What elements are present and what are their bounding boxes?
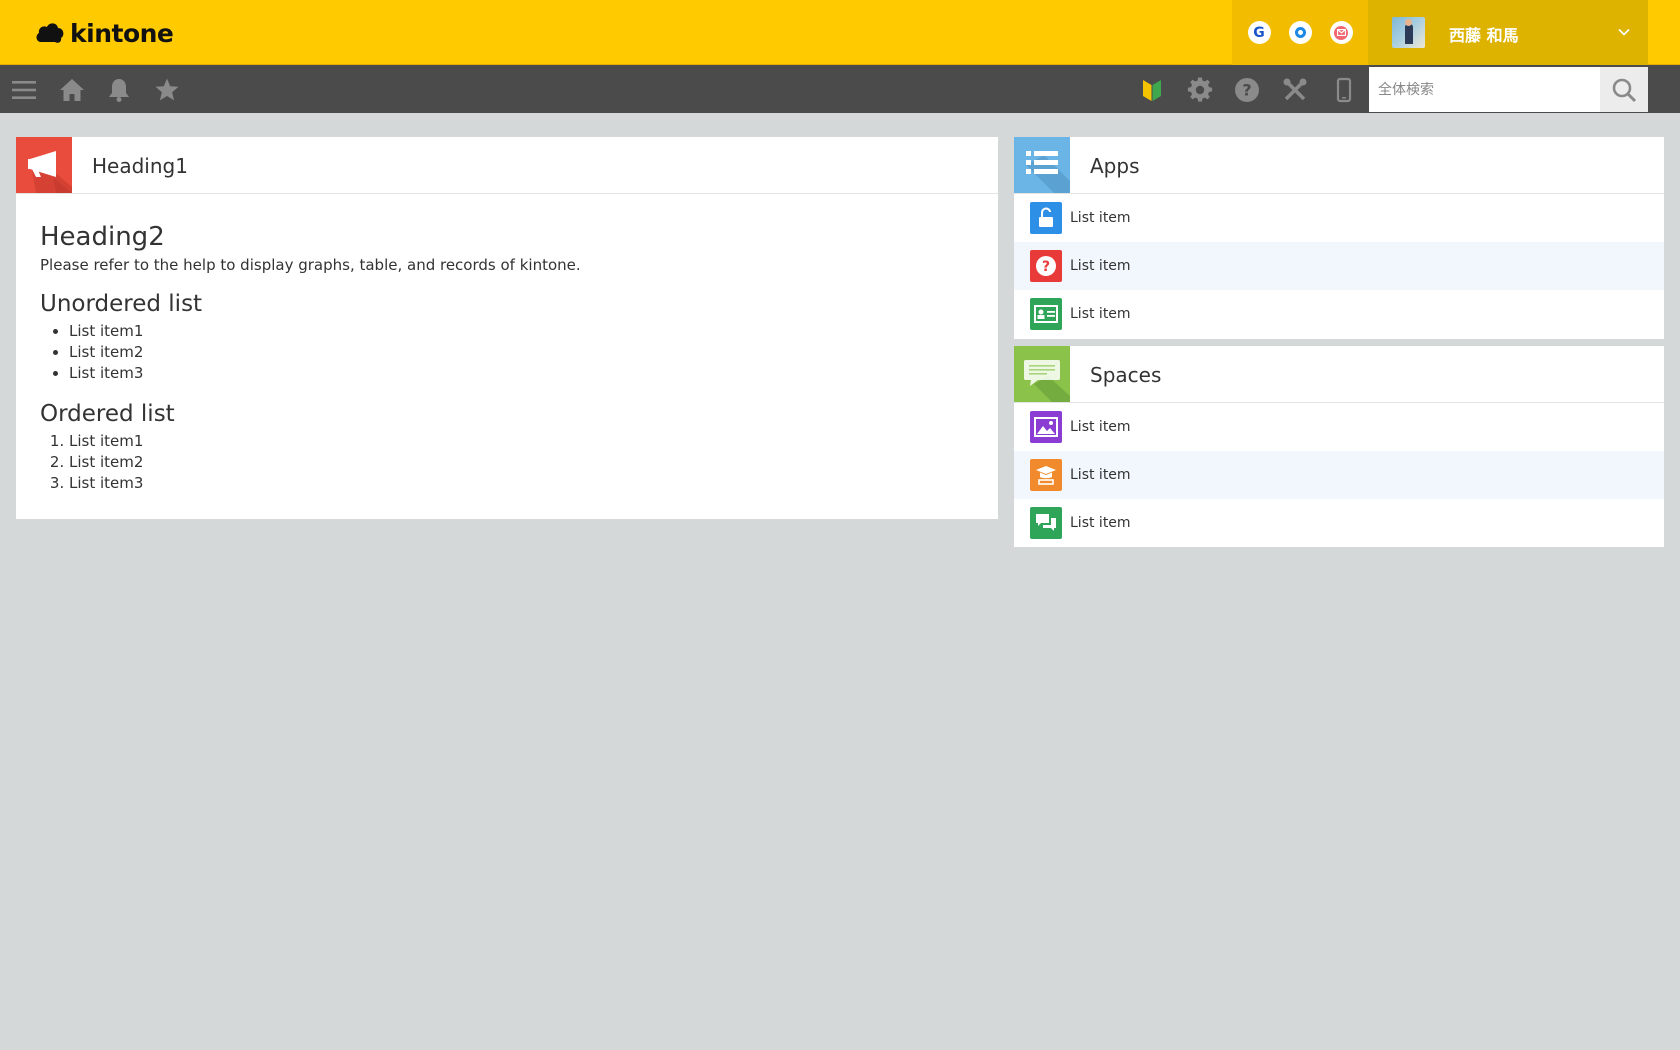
- app-list-icon: [1014, 137, 1070, 193]
- ordered-list: List item1 List item2 List item3: [40, 431, 974, 494]
- apps-title: Apps: [1090, 154, 1140, 178]
- list-item-label: List item: [1070, 467, 1131, 483]
- spaces-panel: Spaces List item List item List item: [1014, 346, 1664, 547]
- lock-icon: [1030, 202, 1062, 234]
- unordered-list: List item1 List item2 List item3: [40, 321, 974, 384]
- menu-icon[interactable]: [11, 77, 37, 103]
- avatar: [1392, 17, 1425, 48]
- home-icon[interactable]: [59, 77, 85, 103]
- list-item-label: List item: [1070, 258, 1131, 274]
- graduation-icon: [1030, 459, 1062, 491]
- bell-icon[interactable]: [106, 77, 132, 103]
- app-list-item[interactable]: ? List item: [1014, 242, 1664, 290]
- notice-panel: Heading1 Heading2 Please refer to the he…: [16, 137, 998, 519]
- user-name: 西藤 和馬: [1449, 26, 1519, 45]
- chevron-down-icon[interactable]: [1618, 26, 1630, 38]
- apps-panel-header: Apps: [1014, 137, 1664, 194]
- heading2: Heading2: [40, 222, 165, 252]
- id-card-icon: [1030, 298, 1062, 330]
- kintone-logo[interactable]: kintone: [34, 18, 174, 48]
- search-icon: [1612, 78, 1637, 102]
- unordered-list-title: Unordered list: [40, 291, 203, 317]
- apps-panel: Apps List item ? List item List item: [1014, 137, 1664, 339]
- space-list-item[interactable]: List item: [1014, 451, 1664, 499]
- google-icon[interactable]: G: [1247, 21, 1271, 44]
- list-item-label: List item: [1070, 419, 1131, 435]
- tools-icon[interactable]: [1282, 77, 1308, 103]
- star-icon[interactable]: [154, 77, 180, 103]
- list-item: List item2: [69, 452, 974, 473]
- space-list-item[interactable]: List item: [1014, 403, 1664, 451]
- mail-icon[interactable]: [1329, 21, 1353, 44]
- list-item-label: List item: [1070, 515, 1131, 531]
- space-list-item[interactable]: List item: [1014, 499, 1664, 547]
- app-list-item[interactable]: List item: [1014, 194, 1664, 242]
- top-header: kintone G 西藤 和馬: [0, 0, 1680, 65]
- app-list-item[interactable]: List item: [1014, 290, 1664, 338]
- logo-text: kintone: [70, 18, 174, 48]
- spaces-title: Spaces: [1090, 363, 1162, 387]
- list-item: List item1: [69, 431, 974, 452]
- svg-text:?: ?: [1242, 81, 1251, 100]
- list-item: List item2: [69, 342, 974, 363]
- toolbar: ?: [0, 65, 1680, 113]
- spaces-panel-header: Spaces: [1014, 346, 1664, 403]
- list-item: List item3: [69, 473, 974, 494]
- megaphone-icon: [16, 137, 72, 193]
- cloud-logo-icon: [36, 23, 64, 43]
- heading1: Heading1: [92, 154, 188, 178]
- image-icon: [1030, 411, 1062, 443]
- help-text: Please refer to the help to display grap…: [40, 256, 581, 274]
- question-icon: ?: [1030, 250, 1062, 282]
- list-item: List item3: [69, 363, 974, 384]
- gear-icon[interactable]: [1187, 77, 1213, 103]
- global-search: [1369, 67, 1648, 112]
- search-button[interactable]: [1600, 67, 1648, 112]
- svg-text:?: ?: [1042, 259, 1050, 275]
- office-icon[interactable]: [1288, 21, 1312, 44]
- ordered-list-title: Ordered list: [40, 401, 175, 427]
- help-icon[interactable]: ?: [1234, 77, 1260, 103]
- beginner-mark-icon[interactable]: [1139, 77, 1165, 103]
- list-item-label: List item: [1070, 306, 1131, 322]
- chat-icon: [1030, 507, 1062, 539]
- list-item-label: List item: [1070, 210, 1131, 226]
- service-links: G: [1232, 0, 1368, 65]
- speech-bubble-icon: [1014, 346, 1070, 402]
- search-input[interactable]: [1369, 67, 1600, 112]
- user-menu[interactable]: 西藤 和馬: [1368, 0, 1648, 65]
- notice-panel-header: Heading1: [16, 137, 998, 194]
- mobile-icon[interactable]: [1331, 77, 1357, 103]
- list-item: List item1: [69, 321, 974, 342]
